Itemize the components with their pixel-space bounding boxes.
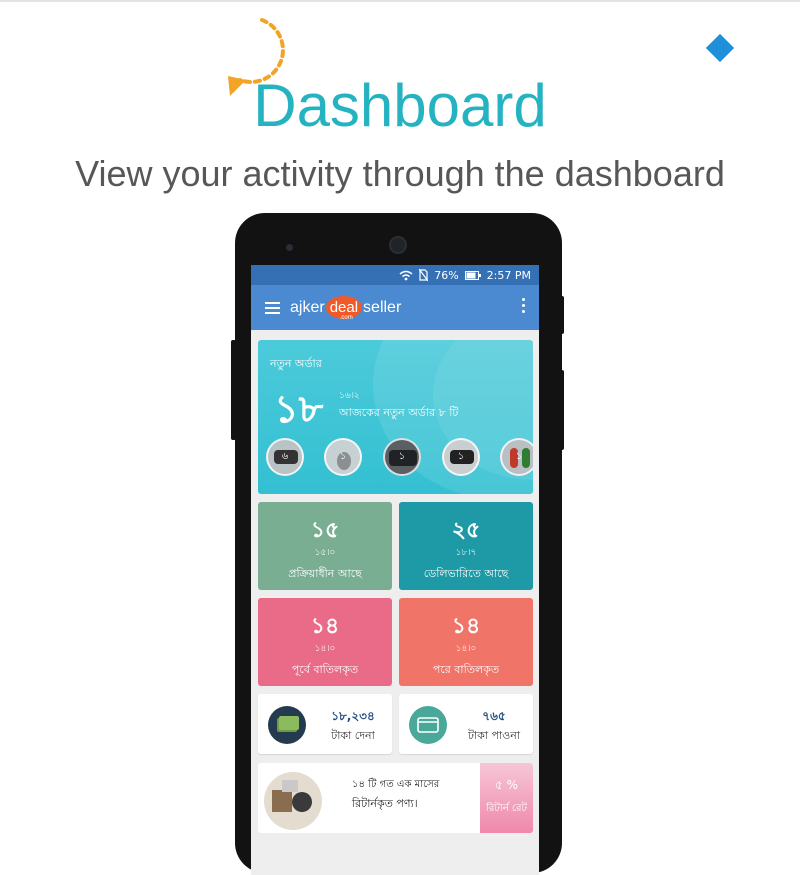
payable-amount: ১৮,২৩৪	[331, 709, 375, 723]
cancelled-before-tile[interactable]: ১৪ ১৪।০ পূর্বে বাতিলকৃত	[258, 598, 392, 686]
receivable-card[interactable]: ৭৬৫ টাকা পাওনা	[399, 694, 533, 754]
order-thumbnail[interactable]: ১	[500, 438, 533, 476]
receivable-label: টাকা পাওনা	[467, 729, 521, 742]
page-title: Dashboard	[253, 72, 547, 139]
logo-text-deal: deal .com	[325, 296, 363, 321]
menu-icon[interactable]	[265, 301, 280, 314]
phone-sensor	[286, 244, 293, 251]
payable-card[interactable]: ১৮,২৩৪ টাকা দেনা	[258, 694, 392, 754]
app-bar: ajker deal .com seller	[251, 285, 539, 330]
cancelled-after-tile[interactable]: ১৪ ১৪।০ পরে বাতিলকৃত	[399, 598, 533, 686]
returns-text-line2: রিটার্নকৃত পণ্য।	[352, 797, 418, 810]
returned-products-image	[264, 772, 322, 830]
status-bar: 76% 2:57 PM	[251, 265, 539, 285]
in-delivery-tile[interactable]: ২৫ ১৮।৭ ডেলিভারিতে আছে	[399, 502, 533, 590]
receivable-amount: ৭৬৫	[482, 709, 506, 723]
processing-tile[interactable]: ১৫ ১৫।০ প্রক্রিয়াধীন আছে	[258, 502, 392, 590]
new-orders-card[interactable]: নতুন অর্ডার ১৮ ১৬।২ আজকের নতুন অর্ডার ৮ …	[258, 340, 533, 494]
card-icon	[409, 706, 447, 744]
logo-text-ajker: ajker	[290, 298, 325, 316]
today-orders-text: আজকের নতুন অর্ডার ৮ টি	[339, 406, 459, 419]
new-orders-count: ১৮	[274, 387, 324, 431]
wifi-icon	[399, 270, 413, 280]
app-logo: ajker deal .com seller	[290, 296, 402, 321]
phone-frame: 76% 2:57 PM ajker deal .com seller নতুন অ…	[235, 213, 562, 875]
order-thumbnails: ৬ ১ ১ ১ ১	[266, 438, 533, 482]
returns-text-line1: ১৪ টি গত এক মাসের	[352, 779, 440, 790]
order-thumbnail[interactable]: ১	[324, 438, 362, 476]
page-subtitle: View your activity through the dashboard	[75, 153, 725, 194]
no-sim-icon	[419, 269, 429, 281]
battery-percent: 76%	[434, 268, 459, 282]
clock: 2:57 PM	[486, 268, 531, 282]
returns-card[interactable]: ১৪ টি গত এক মাসের রিটার্নকৃত পণ্য। ৫ % র…	[258, 763, 533, 833]
diamond-icon	[705, 33, 735, 63]
wallet-icon	[268, 706, 306, 744]
phone-screen: 76% 2:57 PM ajker deal .com seller নতুন অ…	[251, 265, 539, 875]
logo-text-seller: seller	[363, 298, 402, 316]
new-orders-label: নতুন অর্ডার	[270, 357, 322, 370]
order-thumbnail[interactable]: ১	[383, 438, 421, 476]
phone-camera	[389, 236, 407, 254]
more-vert-icon[interactable]	[522, 298, 525, 313]
order-thumbnail[interactable]: ১	[442, 438, 480, 476]
return-rate-badge: ৫ % রিটার্ন রেট	[480, 763, 533, 833]
new-orders-small: ১৬।২	[339, 391, 360, 401]
return-rate-value: ৫ %	[494, 778, 518, 792]
battery-icon	[464, 270, 481, 280]
top-divider	[0, 0, 800, 2]
payable-label: টাকা দেনা	[331, 729, 375, 742]
order-thumbnail[interactable]: ৬	[266, 438, 304, 476]
